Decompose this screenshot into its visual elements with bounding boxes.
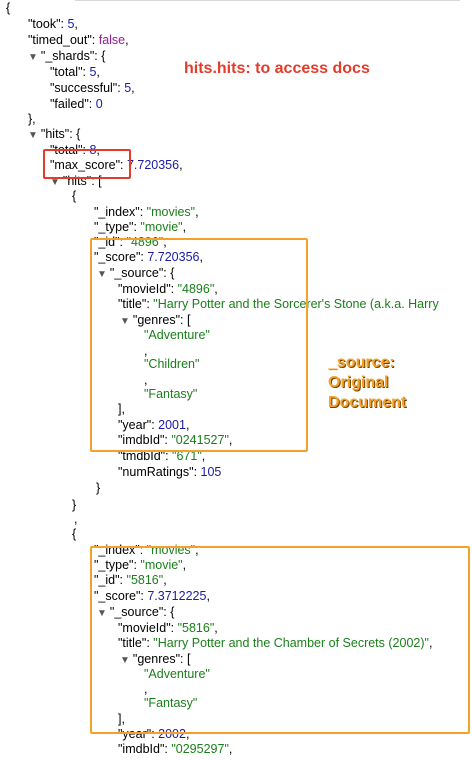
hits-node[interactable]: ▼ "hits": { [28, 127, 80, 141]
source-highlight-doc1 [90, 238, 308, 452]
doc-open-brace: { [72, 189, 77, 203]
field-timed-out: "timed_out": false, [28, 33, 129, 47]
field-type: "_type": "movie", [94, 220, 187, 234]
top-divider [75, 0, 460, 1]
expand-triangle-icon[interactable]: ▼ [28, 129, 38, 143]
source-annotation-line: Original [328, 374, 389, 391]
field-shards-failed: "failed": 0 [50, 97, 103, 111]
source-close: } [96, 481, 101, 495]
source-annotation-line: Document [328, 394, 407, 411]
field-index: "_index": "movies", [94, 205, 199, 219]
shards-node[interactable]: ▼ "_shards": { [28, 49, 105, 63]
doc-close-brace: } [72, 498, 77, 512]
field-took: "took": 5, [28, 17, 78, 31]
source-annotation-line: _source: [328, 354, 395, 371]
field-imdb-id: "imdbId": "0295297", [118, 742, 233, 756]
field-shards-successful: "successful": 5, [50, 81, 135, 95]
doc-separator: , [74, 512, 78, 526]
shards-close: }, [28, 112, 36, 126]
root-open-brace: { [6, 1, 11, 15]
source-highlight-doc2 [90, 546, 470, 734]
hits-array-highlight [43, 149, 131, 179]
hits-annotation: hits.hits: to access docs [184, 60, 370, 77]
field-shards-total: "total": 5, [50, 65, 100, 79]
doc-open-brace: { [72, 527, 77, 541]
field-num-ratings: "numRatings": 105 [118, 465, 222, 479]
source-annotation: _source: Original Document [328, 353, 406, 413]
expand-triangle-icon[interactable]: ▼ [28, 51, 38, 65]
